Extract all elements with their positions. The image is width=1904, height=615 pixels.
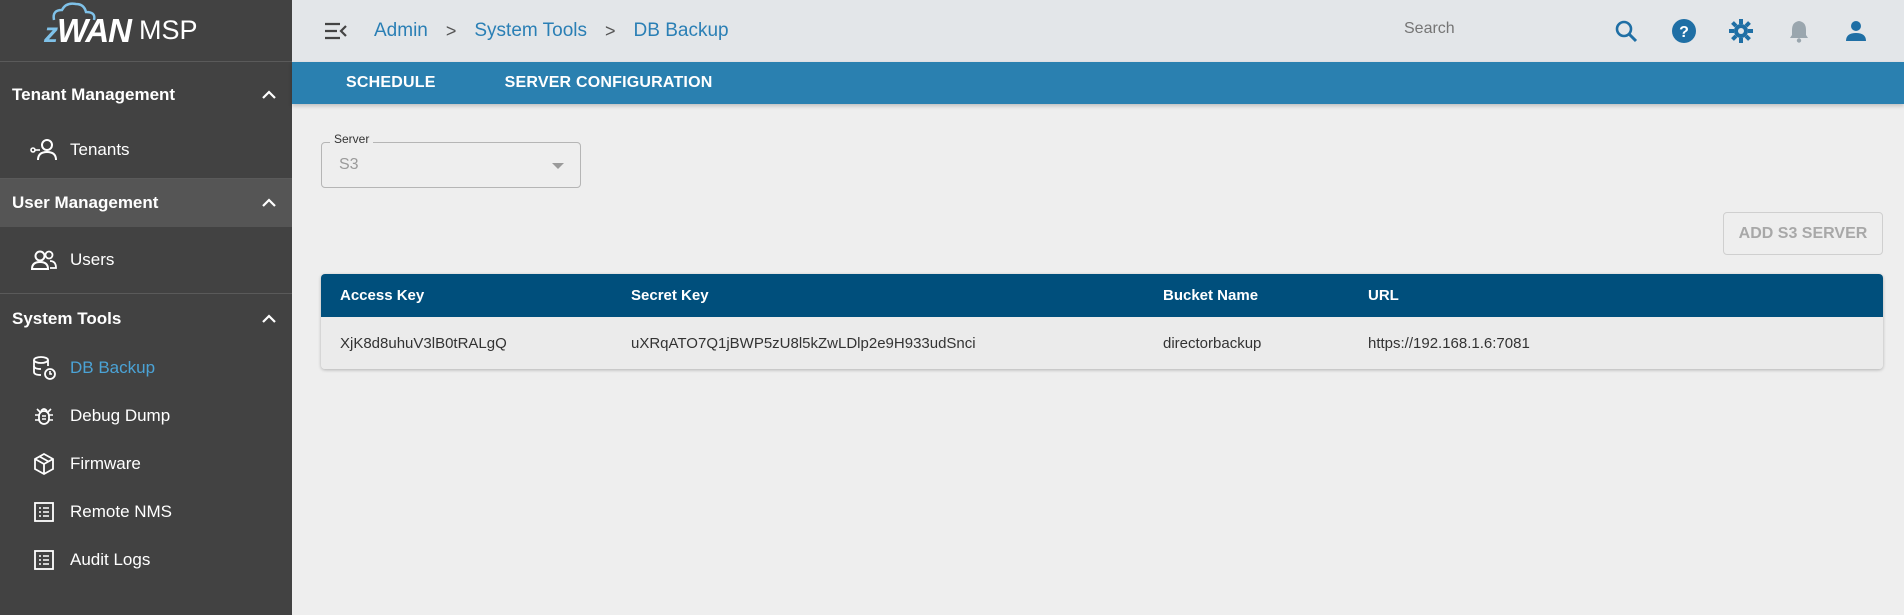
sidebar-item-remote-nms[interactable]: Remote NMS [0, 488, 292, 536]
database-backup-icon [30, 354, 58, 382]
breadcrumb-db-backup[interactable]: DB Backup [634, 20, 729, 42]
caret-down-icon [552, 163, 564, 169]
section-user-management: User Management Users [0, 179, 292, 294]
sidebar: zWAN MSP Tenant Management Tenants User … [0, 0, 292, 615]
sidebar-item-label: Audit Logs [70, 550, 151, 569]
search-input[interactable] [1404, 20, 1584, 38]
breadcrumb-admin[interactable]: Admin [374, 20, 428, 42]
sidebar-item-debug-dump[interactable]: Debug Dump [0, 392, 292, 440]
help-icon[interactable]: ? [1670, 17, 1698, 45]
list-icon [30, 546, 58, 574]
sidebar-item-label: Remote NMS [70, 502, 173, 521]
s3-server-table: Access Key Secret Key Bucket Name URL Xj… [321, 274, 1883, 369]
server-select-label: Server [330, 132, 374, 146]
section-title: System Tools [12, 309, 122, 328]
section-system-tools: System Tools DB Backup Debug Dump Firmwa… [0, 294, 292, 584]
bug-icon [30, 402, 58, 430]
sidebar-item-audit-logs[interactable]: Audit Logs [0, 536, 292, 584]
sidebar-item-users[interactable]: Users [0, 227, 292, 293]
menu-collapse-icon[interactable] [322, 17, 350, 45]
sidebar-item-label: Users [70, 250, 115, 269]
cell-bucket-name: directorbackup [1163, 334, 1262, 352]
breadcrumb-separator: > [605, 20, 616, 41]
bell-icon[interactable] [1785, 17, 1813, 45]
section-header-tenant-management[interactable]: Tenant Management [0, 62, 292, 128]
sidebar-item-label: Firmware [70, 454, 141, 473]
user-icon[interactable] [1842, 17, 1870, 45]
sidebar-item-tenants[interactable]: Tenants [0, 122, 292, 178]
section-title: Tenant Management [12, 85, 176, 104]
logo[interactable]: zWAN MSP [0, 0, 292, 62]
column-header-bucket-name: Bucket Name [1163, 287, 1259, 304]
cloud-icon [52, 1, 96, 20]
cell-url: https://192.168.1.6:7081 [1368, 334, 1530, 352]
logo-mark: zWAN [44, 1, 132, 50]
column-header-url: URL [1368, 287, 1399, 304]
top-bar: Admin > System Tools > DB Backup ? [292, 0, 1904, 62]
chevron-up-icon[interactable] [258, 192, 280, 214]
section-tenant-management: Tenant Management Tenants [0, 62, 292, 179]
sidebar-item-firmware[interactable]: Firmware [0, 440, 292, 488]
cell-secret-key: uXRqATO7Q1jBWP5zU8l5kZwLDlp2e9H933udSnci [631, 334, 976, 352]
sidebar-item-label: DB Backup [70, 358, 156, 377]
chevron-up-icon[interactable] [258, 84, 280, 106]
section-header-user-management[interactable]: User Management [0, 179, 292, 227]
table-row[interactable]: XjK8d8uhuV3lB0tRALgQ uXRqATO7Q1jBWP5zU8l… [321, 317, 1883, 369]
gear-icon[interactable] [1727, 17, 1755, 45]
breadcrumb: Admin > System Tools > DB Backup [374, 20, 729, 42]
breadcrumb-separator: > [445, 20, 457, 41]
sidebar-item-label: Debug Dump [70, 406, 171, 425]
list-icon [30, 498, 58, 526]
tab-schedule[interactable]: SCHEDULE [346, 74, 436, 92]
search-icon[interactable] [1612, 17, 1640, 45]
section-header-system-tools[interactable]: System Tools [0, 294, 292, 344]
column-header-secret-key: Secret Key [631, 287, 709, 304]
users-icon [30, 246, 58, 274]
tab-bar: SCHEDULE SERVER CONFIGURATION [292, 62, 1904, 104]
sidebar-item-db-backup[interactable]: DB Backup [0, 344, 292, 392]
cell-access-key: XjK8d8uhuV3lB0tRALgQ [340, 334, 507, 352]
package-icon [30, 450, 58, 478]
add-s3-server-button[interactable]: ADD S3 SERVER [1723, 212, 1883, 255]
tab-server-configuration[interactable]: SERVER CONFIGURATION [505, 74, 713, 92]
chevron-up-icon[interactable] [258, 308, 280, 330]
breadcrumb-system-tools[interactable]: System Tools [474, 20, 587, 42]
table-header: Access Key Secret Key Bucket Name URL [321, 274, 1883, 317]
column-header-access-key: Access Key [340, 287, 425, 304]
server-select[interactable]: S3 [321, 142, 581, 188]
section-title: User Management [12, 193, 159, 212]
tenants-icon [30, 136, 58, 164]
svg-text:?: ? [1679, 24, 1689, 41]
logo-product: MSP [139, 15, 198, 45]
sidebar-item-label: Tenants [70, 140, 130, 159]
server-select-value: S3 [339, 156, 359, 173]
